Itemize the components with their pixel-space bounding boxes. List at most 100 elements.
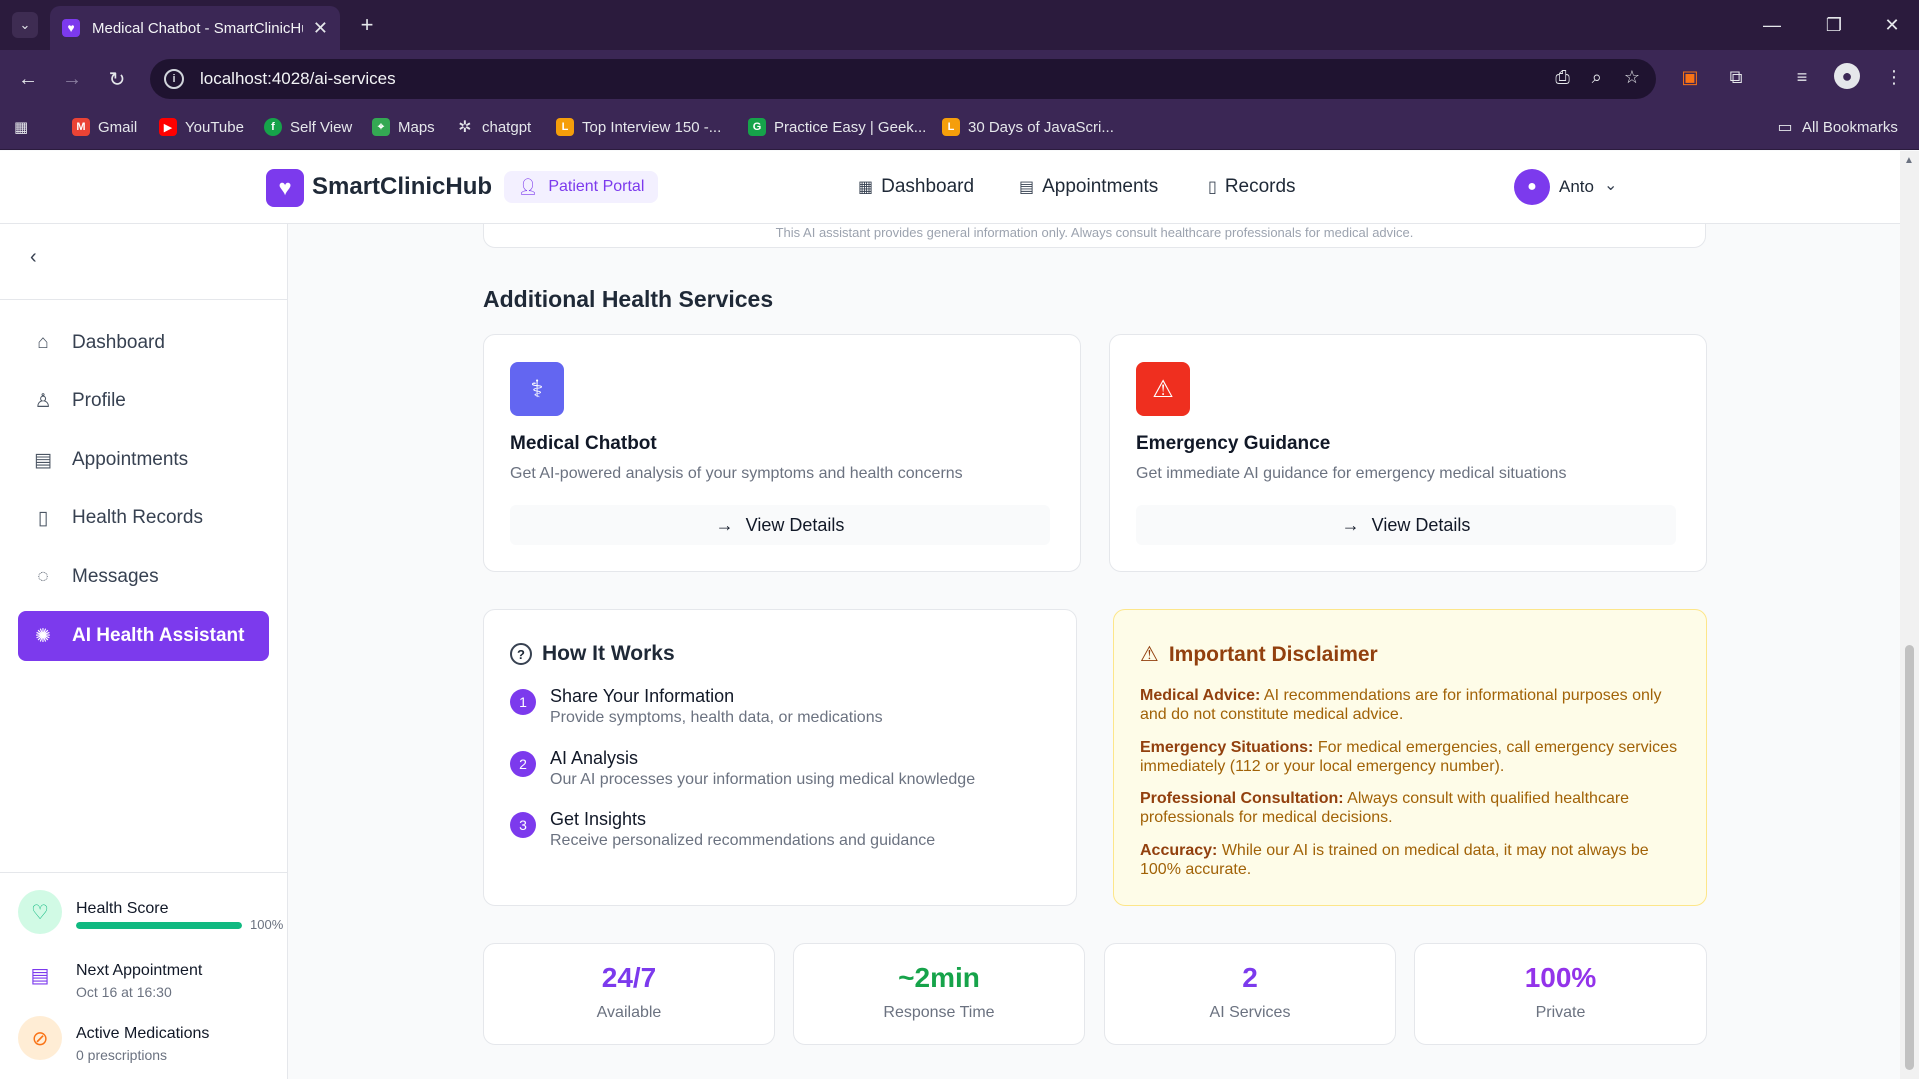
media-icon[interactable]: ≡ (1788, 63, 1816, 91)
message-icon: ◌ (37, 566, 49, 587)
metric-card-response-time: ~2min Response Time (793, 943, 1085, 1045)
document-icon: ▯ (37, 507, 49, 529)
tab-title: Medical Chatbot - SmartClinicHub (92, 19, 303, 37)
heart-favicon-icon: ♥ (62, 19, 80, 37)
metric-card-available: 24/7 Available (483, 943, 775, 1045)
warning-icon: ⚠ (1136, 362, 1190, 416)
back-icon[interactable]: ← (13, 64, 43, 94)
brain-icon: ✺ (35, 625, 51, 647)
section-title: Additional Health Services (483, 286, 774, 312)
bookmark-star-icon[interactable]: ☆ (1624, 67, 1640, 88)
bookmark-gmail[interactable]: M Gmail (72, 118, 137, 136)
service-card-emergency-guidance[interactable]: ⚠ Emergency Guidance Get immediate AI gu… (1109, 334, 1707, 572)
heart-logo-icon[interactable]: ♥ (266, 169, 304, 207)
view-details-button[interactable]: → View Details (1136, 505, 1676, 545)
home-icon: ⌂ (37, 332, 49, 353)
chatgpt-icon: ✲ (458, 119, 472, 136)
nav-appointments[interactable]: ▤ Appointments (1019, 176, 1158, 198)
all-bookmarks[interactable]: ▭ All Bookmarks (1776, 118, 1897, 137)
metric-card-ai-services: 2 AI Services (1104, 943, 1396, 1045)
scroll-up-icon[interactable]: ▲ (1904, 155, 1914, 166)
divider (0, 299, 288, 300)
metric-label: Available (596, 1004, 662, 1021)
forward-icon[interactable]: → (57, 64, 87, 94)
sidebar-item-dashboard[interactable]: ⌂ Dashboard (18, 318, 269, 368)
folder-icon: ▭ (1777, 119, 1793, 136)
disclaimer-item: Accuracy: While our AI is trained on med… (1140, 842, 1649, 878)
zoom-icon[interactable]: ⌕ (1592, 67, 1602, 88)
metric-value: ~2min (898, 962, 980, 993)
view-details-button[interactable]: → View Details (510, 505, 1050, 545)
bookmark-self-view[interactable]: f Self View (264, 118, 352, 136)
leetcode-icon: L (942, 118, 960, 136)
bookmarks-bar: ▦ M Gmail ▶ YouTube f Self View ⌖ Maps ✲ chat… (0, 108, 1919, 150)
arrow-right-icon: → (1341, 514, 1360, 535)
calendar-icon: ▤ (30, 964, 50, 987)
disclaimer-item: Professional Consultation: Always consul… (1140, 790, 1630, 826)
restore-icon[interactable]: ❐ (1814, 10, 1854, 40)
new-tab-icon[interactable]: + (354, 12, 380, 38)
app-header: ♥ SmartClinicHub 👤︎ Patient Portal ▦ Das… (0, 151, 1900, 224)
health-score-progress (76, 922, 242, 929)
reload-icon[interactable]: ↻ (102, 64, 132, 94)
calendar-icon: ▤ (34, 449, 52, 471)
sidebar-item-ai-health-assistant[interactable]: ✺ AI Health Assistant (18, 611, 269, 661)
url-text: localhost:4028/ai-services (200, 69, 396, 88)
disclaimer-item: Emergency Situations: For medical emerge… (1140, 739, 1678, 775)
chevron-left-icon[interactable]: ‹ (30, 246, 37, 269)
menu-icon[interactable]: ⋮ (1880, 63, 1908, 91)
metric-label: AI Services (1209, 1004, 1291, 1021)
service-card-medical-chatbot[interactable]: ⚕ Medical Chatbot Get AI-powered analysi… (483, 334, 1081, 572)
site-info-icon[interactable]: i (164, 69, 184, 89)
ai-notice-card: This AI assistant provides general infor… (483, 224, 1706, 248)
disclaimer-card: ⚠ Important Disclaimer Medical Advice: A… (1113, 609, 1707, 906)
brand-name[interactable]: SmartClinicHub (312, 173, 492, 201)
bookmark-chatgpt[interactable]: ✲ chatgpt (456, 118, 531, 137)
grid-icon: ▦ (858, 179, 874, 196)
extension-icon[interactable]: ▣ (1676, 63, 1704, 91)
sidebar-item-messages[interactable]: ◌ Messages (18, 552, 269, 602)
metric-value: 2 (1242, 962, 1258, 993)
browser-tab-bar: ⌄ ♥ Medical Chatbot - SmartClinicHub ✕ +… (0, 0, 1919, 50)
metric-value: 100% (1524, 962, 1597, 993)
self-view-icon: f (264, 118, 282, 136)
user-icon: ♙ (34, 390, 52, 412)
disclaimer-item: Medical Advice: AI recommendations are f… (1140, 687, 1662, 723)
how-it-works-title: ? How It Works (510, 642, 675, 666)
close-window-icon[interactable]: ✕ (1872, 10, 1912, 40)
install-app-icon[interactable]: ⎙ (1555, 67, 1569, 88)
tab-search-icon[interactable]: ⌄ (12, 12, 38, 38)
health-score-progress-fill (76, 922, 242, 929)
bookmark-youtube[interactable]: ▶ YouTube (159, 118, 244, 136)
sidebar-item-profile[interactable]: ♙ Profile (18, 376, 269, 426)
close-tab-icon[interactable]: ✕ (313, 18, 328, 39)
bookmark-top-interview[interactable]: L Top Interview 150 -... (556, 118, 721, 136)
maps-icon: ⌖ (372, 118, 390, 136)
nav-dashboard[interactable]: ▦ Dashboard (858, 176, 974, 198)
metric-value: 24/7 (601, 962, 657, 993)
apps-icon[interactable]: ▦ (14, 118, 28, 136)
chevron-down-icon[interactable]: ⌄ (1604, 175, 1617, 195)
calendar-icon: ▤ (1019, 179, 1035, 196)
user-name[interactable]: Anto (1559, 177, 1594, 197)
metric-card-private: 100% Private (1414, 943, 1707, 1045)
scrollbar-thumb[interactable] (1905, 645, 1914, 1070)
profile-icon[interactable]: ● (1834, 63, 1860, 89)
nav-records[interactable]: ▯ Records (1208, 176, 1296, 198)
heart-icon: ♡ (18, 890, 62, 934)
puzzle-icon[interactable]: ⧉ (1722, 63, 1750, 91)
patient-portal-badge: 👤︎ Patient Portal (504, 171, 659, 203)
bookmark-30-days-js[interactable]: L 30 Days of JavaScri... (942, 118, 1114, 136)
sidebar-item-health-records[interactable]: ▯ Health Records (18, 493, 269, 543)
page-scrollbar[interactable]: ▲ (1900, 151, 1919, 1079)
document-icon: ▯ (1208, 179, 1217, 196)
minimize-icon[interactable]: — (1752, 10, 1792, 40)
user-avatar[interactable]: ● (1514, 169, 1550, 205)
gmail-icon: M (72, 118, 90, 136)
metric-label: Private (1535, 1004, 1586, 1021)
browser-tab[interactable]: ♥ Medical Chatbot - SmartClinicHub ✕ (50, 6, 340, 50)
bookmark-geeks[interactable]: G Practice Easy | Geek... (748, 118, 926, 136)
bookmark-maps[interactable]: ⌖ Maps (372, 118, 435, 136)
address-bar[interactable]: i localhost:4028/ai-services ⎙ ⌕ ☆ (150, 59, 1656, 99)
sidebar-item-appointments[interactable]: ▤ Appointments (18, 435, 269, 485)
